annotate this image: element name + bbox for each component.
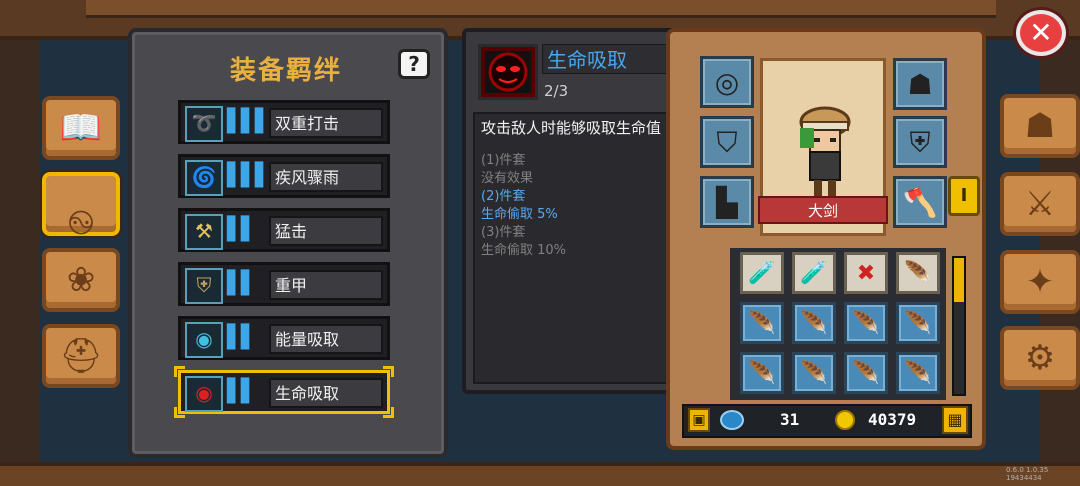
tab-helmets[interactable]: ⛑ bbox=[42, 324, 120, 388]
bond-level-bars: ▌▌ bbox=[227, 271, 258, 296]
inventory-slot[interactable]: 🪶 bbox=[896, 302, 940, 344]
crossed-swords-icon: ⚔ bbox=[1024, 184, 1056, 224]
shield-icon: ⛉ bbox=[716, 126, 738, 159]
gear-icon: ⚙ bbox=[1024, 338, 1056, 378]
bond-row[interactable]: ⚒ ▌▌ 猛击 bbox=[178, 208, 390, 252]
bond-name: 重甲 bbox=[269, 270, 383, 300]
life-mask-graphic bbox=[488, 52, 528, 92]
tab-settings[interactable]: ⚙ bbox=[1000, 326, 1080, 390]
bond-name: 双重打击 bbox=[269, 108, 383, 138]
tab-hero[interactable]: ☗ bbox=[1000, 94, 1080, 158]
feather-icon: 🪶 bbox=[904, 261, 932, 286]
feather-icon: 🪶 bbox=[904, 311, 932, 336]
bond-row[interactable]: ◉ ▌▌ 生命吸取 bbox=[174, 366, 394, 418]
boots-icon: ▙ bbox=[716, 186, 738, 219]
armor-icon: ⛨ bbox=[185, 268, 223, 304]
bond-level-bars: ▌▌ bbox=[227, 217, 258, 242]
energy-mask-icon: ◉ bbox=[185, 322, 223, 358]
tab-skills[interactable]: ✦ bbox=[1000, 250, 1080, 314]
book-icon: 📖 bbox=[59, 108, 103, 148]
inventory-scroll-thumb[interactable] bbox=[954, 258, 964, 302]
helmet-icon: ⛑ bbox=[59, 336, 103, 376]
life-mask-icon: ◉ bbox=[185, 376, 223, 412]
bottom-wood-beam bbox=[0, 462, 1080, 486]
tab-pets[interactable]: ❀ bbox=[42, 248, 120, 312]
gem-icon bbox=[720, 410, 744, 430]
spark-icon: ✦ bbox=[1025, 262, 1055, 302]
helmet-icon: ☗ bbox=[907, 68, 933, 101]
health-potion-icon: 🧪 bbox=[748, 261, 776, 286]
ring-icon: ◎ bbox=[714, 66, 740, 99]
help-button[interactable]: ? bbox=[398, 49, 430, 79]
bow-icon: ➰ bbox=[185, 106, 223, 142]
hero-side-tab[interactable]: I bbox=[948, 176, 980, 216]
bond-name: 能量吸取 bbox=[269, 324, 383, 354]
inventory-slot[interactable]: 🪶 bbox=[740, 352, 784, 394]
bond-detail-count: 2/3 bbox=[544, 82, 569, 100]
equip-slot-helmet[interactable]: ☗ bbox=[893, 58, 947, 110]
feather-icon: 🪶 bbox=[852, 361, 880, 386]
selection-corner bbox=[174, 407, 185, 418]
inventory-slot[interactable]: 🪶 bbox=[844, 302, 888, 344]
hammer-icon: ⚒ bbox=[185, 214, 223, 250]
equip-slot-ring[interactable]: ◎ bbox=[700, 56, 754, 108]
coin-icon bbox=[835, 410, 855, 430]
bond-row[interactable]: ⛨ ▌▌ 重甲 bbox=[178, 262, 390, 306]
bond-name: 疾风骤雨 bbox=[269, 162, 383, 192]
close-button[interactable]: ✕ bbox=[1016, 10, 1066, 56]
tab-codex[interactable]: 📖 bbox=[42, 96, 120, 160]
top-wood-plank bbox=[86, 0, 996, 18]
bond-level-bars: ▌▌▌ bbox=[227, 109, 272, 134]
inventory-slot[interactable]: 🧪 bbox=[740, 252, 784, 294]
hero-character-icon bbox=[799, 106, 851, 196]
bond-row[interactable]: 🌀 ▌▌▌ 疾风骤雨 bbox=[178, 154, 390, 198]
inventory-slot[interactable]: 🪶 bbox=[792, 302, 836, 344]
selection-corner bbox=[174, 366, 185, 377]
bond-panel-title: 装备羁绊 bbox=[230, 56, 343, 86]
feather-icon: 🪶 bbox=[748, 361, 776, 386]
gem-count: 31 bbox=[780, 410, 800, 429]
feather-icon: 🪶 bbox=[748, 311, 776, 336]
feather-icon: 🪶 bbox=[852, 311, 880, 336]
axe-icon: 🪓 bbox=[902, 186, 938, 219]
bond-level-bars: ▌▌▌ bbox=[227, 163, 272, 188]
equip-slot-boots[interactable]: ▙ bbox=[700, 176, 754, 228]
feather-icon: 🪶 bbox=[800, 361, 828, 386]
coin-count: 40379 bbox=[868, 410, 917, 429]
inventory-slot[interactable]: 🪶 bbox=[896, 252, 940, 294]
tab-weapons[interactable]: ⚔ bbox=[1000, 172, 1080, 236]
bond-name: 生命吸取 bbox=[269, 378, 383, 408]
bond-level-bars: ▌▌ bbox=[227, 325, 258, 350]
bond-row[interactable]: ➰ ▌▌▌ 双重打击 bbox=[178, 100, 390, 144]
health-potion-icon: 🧪 bbox=[800, 261, 828, 286]
selection-corner bbox=[383, 407, 394, 418]
equip-slot-weapon[interactable]: 🪓 bbox=[893, 176, 947, 228]
helmet-face-icon: ☗ bbox=[1024, 106, 1056, 146]
life-mask-icon bbox=[478, 44, 538, 100]
feather-icon: 🪶 bbox=[904, 361, 932, 386]
bond-row[interactable]: ◉ ▌▌ 能量吸取 bbox=[178, 316, 390, 360]
bond-level-bars: ▌▌ bbox=[227, 379, 258, 404]
inventory-slot[interactable]: 🧪 bbox=[792, 252, 836, 294]
equip-slot-offhand[interactable]: ⛉ bbox=[700, 116, 754, 168]
feather-icon: 🪶 bbox=[800, 311, 828, 336]
selection-corner bbox=[383, 366, 394, 377]
inventory-slot[interactable]: 🪶 bbox=[740, 302, 784, 344]
version-label: 0.6.0 1.0.35 19434434 bbox=[1006, 466, 1049, 482]
lock-icon[interactable]: ▣ bbox=[688, 408, 710, 432]
bond-name: 猛击 bbox=[269, 216, 383, 246]
inventory-slot[interactable]: 🪶 bbox=[792, 352, 836, 394]
equip-slot-armor[interactable]: ⛨ bbox=[893, 116, 947, 168]
inventory-slot[interactable]: 🪶 bbox=[844, 352, 888, 394]
scroll-icon: ✖ bbox=[856, 261, 876, 286]
sort-grid-button[interactable]: ▦ bbox=[942, 406, 968, 434]
inventory-slot[interactable]: 🪶 bbox=[896, 352, 940, 394]
hero-name-ribbon: 大剑 bbox=[758, 196, 888, 224]
tornado-icon: 🌀 bbox=[185, 160, 223, 196]
tab-equipment-bonds[interactable]: ࿊ bbox=[42, 172, 120, 243]
paw-icon: ❀ bbox=[66, 260, 96, 300]
inventory-slot[interactable]: ✖ bbox=[844, 252, 888, 294]
left-frame bbox=[0, 40, 40, 462]
armor-icon: ⛨ bbox=[909, 126, 931, 159]
